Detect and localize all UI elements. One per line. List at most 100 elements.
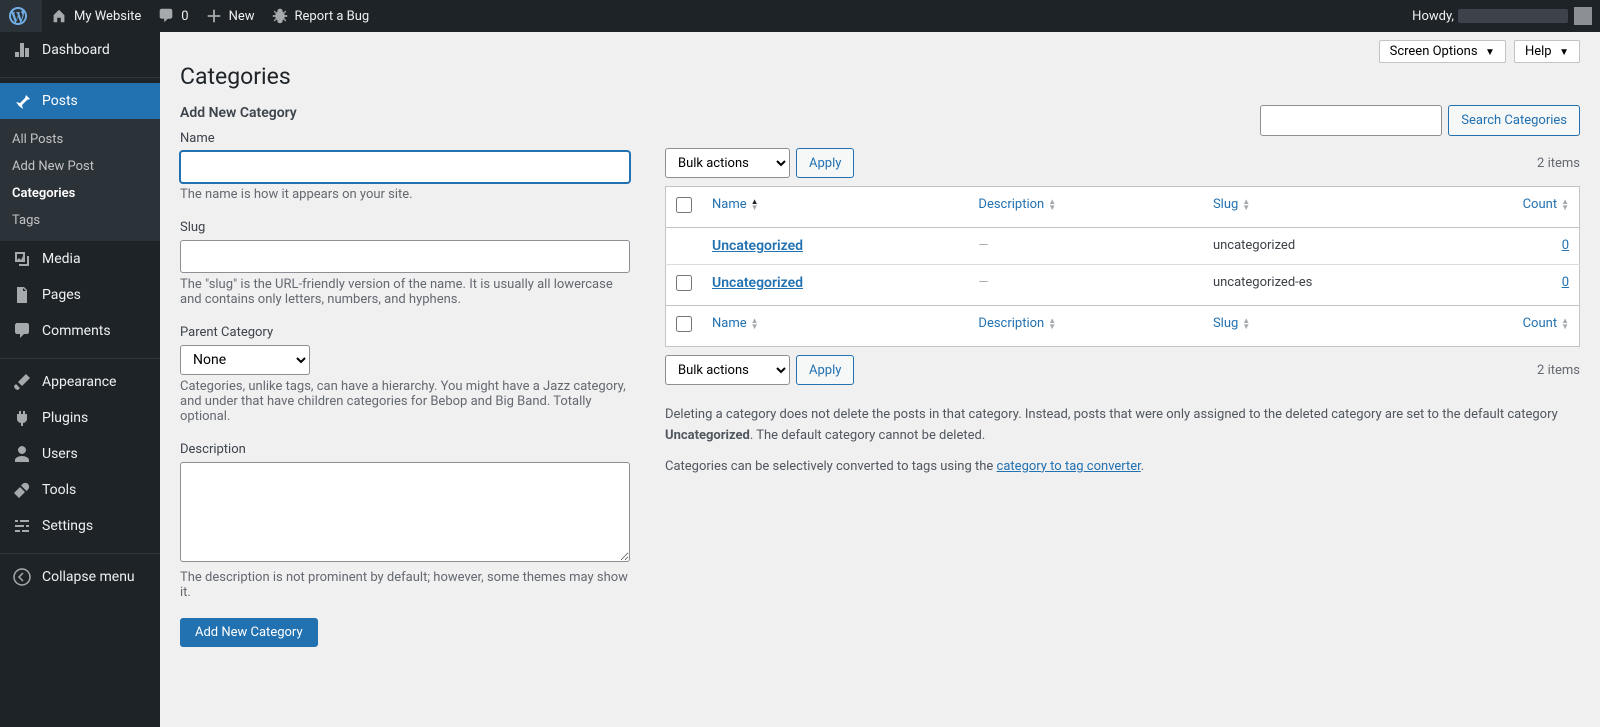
menu-users[interactable]: Users xyxy=(0,436,160,472)
comments-icon xyxy=(12,321,32,341)
site-name: My Website xyxy=(74,9,141,24)
name-input[interactable] xyxy=(180,151,630,183)
new-label: New xyxy=(229,9,255,24)
wrench-icon xyxy=(12,480,32,500)
submenu-posts: All Posts Add New Post Categories Tags xyxy=(0,119,160,241)
admin-sidebar: Dashboard Posts All Posts Add New Post C… xyxy=(0,32,160,727)
col-name-bottom[interactable]: Name▲▼ xyxy=(702,306,968,347)
add-category-button[interactable]: Add New Category xyxy=(180,618,318,647)
search-input[interactable] xyxy=(1260,105,1442,136)
converter-link[interactable]: category to tag converter xyxy=(997,459,1141,474)
page-title: Categories xyxy=(180,63,1580,105)
category-count-link[interactable]: 0 xyxy=(1562,238,1569,253)
collapse-menu[interactable]: Collapse menu xyxy=(0,559,160,595)
bug-label: Report a Bug xyxy=(295,9,370,24)
category-name-link[interactable]: Uncategorized xyxy=(712,275,803,291)
pin-icon xyxy=(12,91,32,111)
col-slug[interactable]: Slug▲▼ xyxy=(1203,187,1490,228)
parent-label: Parent Category xyxy=(180,325,630,340)
slug-help: The "slug" is the URL-friendly version o… xyxy=(180,277,630,307)
screen-options-button[interactable]: Screen Options ▼ xyxy=(1379,40,1506,63)
parent-select[interactable]: None xyxy=(180,345,310,375)
content: Screen Options ▼ Help ▼ Categories Add N… xyxy=(160,32,1600,687)
col-name[interactable]: Name▲▼ xyxy=(702,187,968,228)
select-all-top[interactable] xyxy=(676,197,692,213)
category-slug: uncategorized xyxy=(1203,228,1490,265)
name-help: The name is how it appears on your site. xyxy=(180,187,630,202)
chevron-down-icon: ▼ xyxy=(1557,47,1569,58)
plus-icon xyxy=(205,7,223,25)
description-textarea[interactable] xyxy=(180,462,630,562)
help-button[interactable]: Help ▼ xyxy=(1514,40,1580,63)
col-slug-bottom[interactable]: Slug▲▼ xyxy=(1203,306,1490,347)
home-icon xyxy=(50,7,68,25)
col-count[interactable]: Count▲▼ xyxy=(1490,187,1580,228)
notes: Deleting a category does not delete the … xyxy=(665,405,1580,477)
user-name xyxy=(1458,9,1568,23)
menu-pages[interactable]: Pages xyxy=(0,277,160,313)
howdy-text: Howdy, xyxy=(1412,9,1454,24)
menu-dashboard[interactable]: Dashboard xyxy=(0,32,160,68)
categories-table: Name▲▼ Description▲▼ Slug▲▼ Count▲▼ Unca… xyxy=(665,186,1580,347)
submenu-tags[interactable]: Tags xyxy=(0,207,160,234)
col-description-bottom[interactable]: Description▲▼ xyxy=(968,306,1203,347)
menu-comments[interactable]: Comments xyxy=(0,313,160,349)
menu-appearance[interactable]: Appearance xyxy=(0,364,160,400)
apply-top-button[interactable]: Apply xyxy=(796,148,854,178)
report-bug-link[interactable]: Report a Bug xyxy=(263,0,378,32)
brush-icon xyxy=(12,372,32,392)
wordpress-icon xyxy=(8,6,28,26)
menu-posts[interactable]: Posts xyxy=(0,83,160,119)
description-label: Description xyxy=(180,442,630,457)
submenu-categories[interactable]: Categories xyxy=(0,180,160,207)
menu-plugins[interactable]: Plugins xyxy=(0,400,160,436)
submenu-all-posts[interactable]: All Posts xyxy=(0,126,160,153)
category-slug: uncategorized-es xyxy=(1203,265,1490,306)
media-icon xyxy=(12,249,32,269)
comments-link[interactable]: 0 xyxy=(149,0,196,32)
table-row: Uncategorized — uncategorized-es 0 xyxy=(666,265,1580,306)
bug-icon xyxy=(271,7,289,25)
menu-media[interactable]: Media xyxy=(0,241,160,277)
category-description: — xyxy=(978,275,988,290)
apply-bottom-button[interactable]: Apply xyxy=(796,355,854,385)
comment-icon xyxy=(157,7,175,25)
page-icon xyxy=(12,285,32,305)
table-row: Uncategorized — uncategorized 0 xyxy=(666,228,1580,265)
site-name-link[interactable]: My Website xyxy=(42,0,149,32)
menu-settings[interactable]: Settings xyxy=(0,508,160,544)
parent-help: Categories, unlike tags, can have a hier… xyxy=(180,379,630,424)
bulk-actions-bottom[interactable]: Bulk actions xyxy=(665,355,790,385)
bulk-actions-top[interactable]: Bulk actions xyxy=(665,148,790,178)
description-help: The description is not prominent by defa… xyxy=(180,570,630,600)
sliders-icon xyxy=(12,516,32,536)
dashboard-icon xyxy=(12,40,32,60)
items-count-bottom: 2 items xyxy=(1537,363,1580,378)
slug-label: Slug xyxy=(180,220,630,235)
submenu-add-new[interactable]: Add New Post xyxy=(0,153,160,180)
items-count-top: 2 items xyxy=(1537,156,1580,171)
collapse-icon xyxy=(12,567,32,587)
row-checkbox[interactable] xyxy=(676,275,692,291)
name-label: Name xyxy=(180,131,630,146)
select-all-bottom[interactable] xyxy=(676,316,692,332)
admin-bar: My Website 0 New Report a Bug Howdy, xyxy=(0,0,1600,32)
slug-input[interactable] xyxy=(180,240,630,272)
chevron-down-icon: ▼ xyxy=(1483,47,1495,58)
comment-count: 0 xyxy=(181,9,188,24)
col-description[interactable]: Description▲▼ xyxy=(968,187,1203,228)
user-account[interactable]: Howdy, xyxy=(1404,0,1600,32)
avatar-icon xyxy=(1574,7,1592,25)
category-count-link[interactable]: 0 xyxy=(1562,275,1569,290)
new-link[interactable]: New xyxy=(197,0,263,32)
search-button[interactable]: Search Categories xyxy=(1448,105,1580,136)
category-description: — xyxy=(978,238,988,253)
menu-tools[interactable]: Tools xyxy=(0,472,160,508)
plug-icon xyxy=(12,408,32,428)
wp-logo[interactable] xyxy=(0,0,42,32)
add-category-form: Add New Category Name The name is how it… xyxy=(180,105,630,647)
category-name-link[interactable]: Uncategorized xyxy=(712,238,803,254)
user-icon xyxy=(12,444,32,464)
col-count-bottom[interactable]: Count▲▼ xyxy=(1490,306,1580,347)
form-heading: Add New Category xyxy=(180,105,630,121)
